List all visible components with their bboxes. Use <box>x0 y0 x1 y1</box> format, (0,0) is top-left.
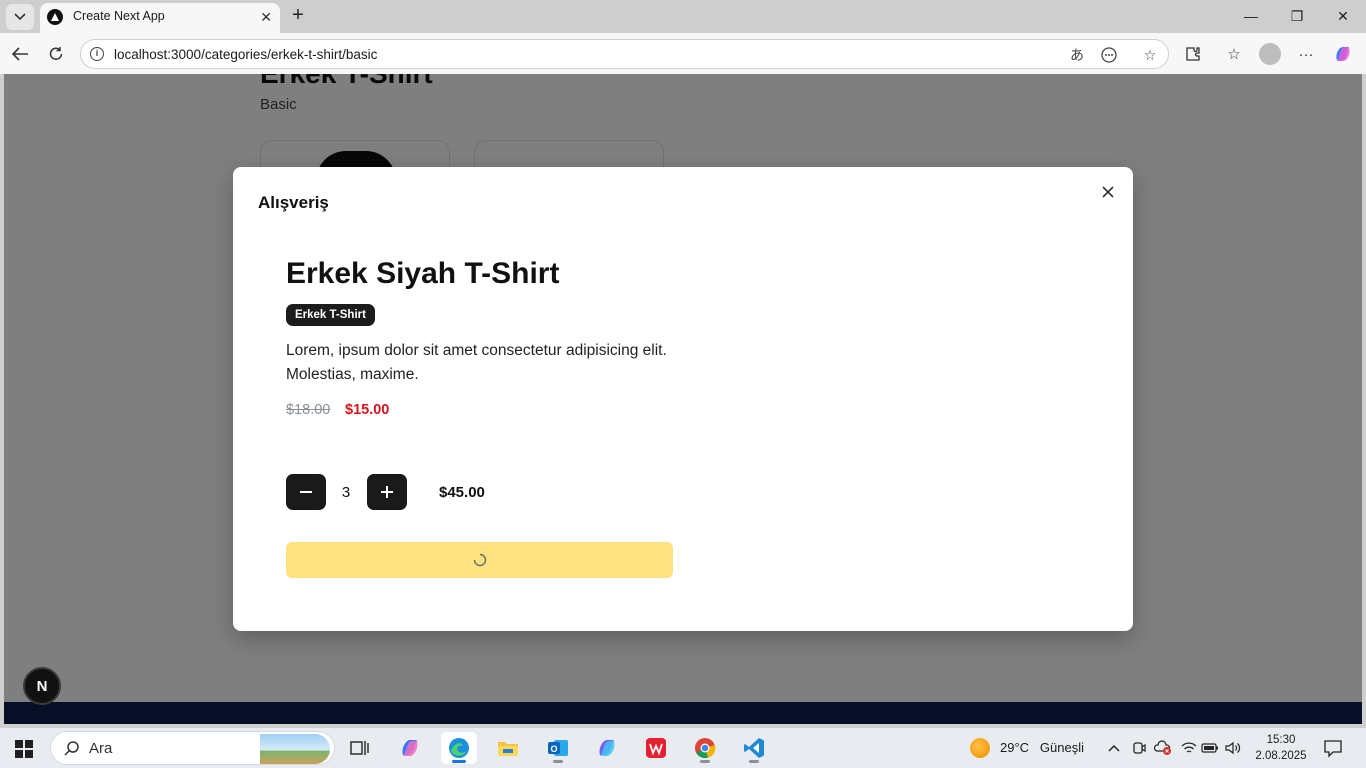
page-viewport: Erkek T-Shirt Basic N Alışveriş Erkek Si… <box>4 74 1362 724</box>
close-icon[interactable] <box>1099 183 1117 201</box>
start-button[interactable] <box>15 740 33 758</box>
weather-widget[interactable]: 29°C Güneşli <box>1000 740 1084 755</box>
navigation-bar: i localhost:3000/categories/erkek-t-shir… <box>0 33 1366 74</box>
wps-office-icon[interactable] <box>638 732 674 764</box>
file-explorer-icon[interactable] <box>490 732 526 764</box>
search-highlight-image <box>260 734 330 764</box>
chevron-up-icon[interactable] <box>1105 739 1123 757</box>
outlook-icon[interactable]: O <box>540 732 576 764</box>
loading-spinner-icon <box>473 553 486 567</box>
favorite-star-icon[interactable]: ☆ <box>1140 45 1160 65</box>
back-button[interactable] <box>7 41 33 67</box>
more-tools-icon[interactable] <box>1099 45 1119 65</box>
extensions-icon[interactable] <box>1182 43 1204 65</box>
svg-text:O: O <box>550 744 557 754</box>
quantity-value: 3 <box>341 484 351 501</box>
plus-icon <box>381 486 393 498</box>
browser-tab[interactable]: Create Next App ✕ <box>40 3 280 33</box>
shopping-modal: Alışveriş Erkek Siyah T-Shirt Erkek T-Sh… <box>233 167 1133 631</box>
nextjs-dev-indicator[interactable]: N <box>23 667 61 705</box>
volume-icon[interactable] <box>1224 739 1242 757</box>
chrome-icon[interactable] <box>687 732 723 764</box>
settings-menu-icon[interactable]: ··· <box>1295 43 1317 65</box>
tab-close-icon[interactable]: ✕ <box>260 9 272 25</box>
decrease-quantity-button[interactable] <box>286 474 326 510</box>
read-aloud-icon[interactable]: あ <box>1067 45 1087 65</box>
total-price: $45.00 <box>439 484 485 501</box>
favorites-icon[interactable]: ☆ <box>1223 43 1245 65</box>
copilot-app-icon[interactable] <box>589 732 625 764</box>
minus-icon <box>300 491 312 493</box>
weather-desc: Güneşli <box>1039 740 1084 755</box>
product-description: Lorem, ipsum dolor sit amet consectetur … <box>286 342 667 383</box>
tab-actions-button[interactable] <box>6 4 34 30</box>
system-clock[interactable]: 15:30 2.08.2025 <box>1252 732 1310 764</box>
address-bar[interactable]: i localhost:3000/categories/erkek-t-shir… <box>80 39 1169 69</box>
nextjs-favicon-icon <box>47 9 63 25</box>
meet-now-icon[interactable] <box>1130 739 1148 757</box>
product-name: Erkek Siyah T-Shirt <box>286 257 560 290</box>
new-tab-button[interactable]: + <box>286 4 310 28</box>
window-close-button[interactable]: ✕ <box>1330 4 1356 28</box>
windows-taskbar: Ara O 29°C Güneşli 15:30 2.08.2025 <box>0 728 1366 768</box>
taskbar-search[interactable]: Ara <box>50 731 335 765</box>
clock-date: 2.08.2025 <box>1255 750 1307 762</box>
weather-temp: 29°C <box>1000 740 1030 755</box>
chevron-down-icon <box>14 13 26 21</box>
refresh-icon <box>49 47 63 60</box>
arrow-left-icon <box>11 47 28 61</box>
increase-quantity-button[interactable] <box>367 474 407 510</box>
notifications-icon[interactable] <box>1323 738 1343 758</box>
clock-time: 15:30 <box>1266 734 1296 746</box>
modal-title: Alışveriş <box>258 193 329 212</box>
search-icon <box>64 741 79 756</box>
edge-taskbar-icon[interactable] <box>441 732 477 764</box>
add-to-cart-button[interactable] <box>286 542 673 578</box>
category-badge: Erkek T-Shirt <box>286 304 375 326</box>
onedrive-error-icon[interactable] <box>1154 739 1172 757</box>
search-label: Ara <box>89 740 113 757</box>
task-view-icon[interactable] <box>342 732 378 764</box>
sale-price: $15.00 <box>345 402 390 418</box>
tab-bar: Create Next App ✕ + — ❐ ✕ <box>0 0 1366 33</box>
profile-avatar[interactable] <box>1259 43 1281 65</box>
restore-button[interactable]: ❐ <box>1284 4 1310 28</box>
url-text[interactable]: localhost:3000/categories/erkek-t-shirt/… <box>114 47 377 62</box>
tab-title: Create Next App <box>73 9 165 23</box>
wifi-icon[interactable] <box>1180 739 1198 757</box>
refresh-button[interactable] <box>43 41 69 67</box>
vscode-icon[interactable] <box>736 732 772 764</box>
battery-icon[interactable] <box>1201 739 1219 757</box>
minimize-button[interactable]: — <box>1238 4 1264 28</box>
sun-icon[interactable] <box>970 738 990 758</box>
copilot-icon[interactable] <box>1332 43 1354 65</box>
original-price: $18.00 <box>286 402 331 418</box>
site-info-icon[interactable]: i <box>90 47 104 61</box>
copilot-taskbar-icon[interactable] <box>392 732 428 764</box>
